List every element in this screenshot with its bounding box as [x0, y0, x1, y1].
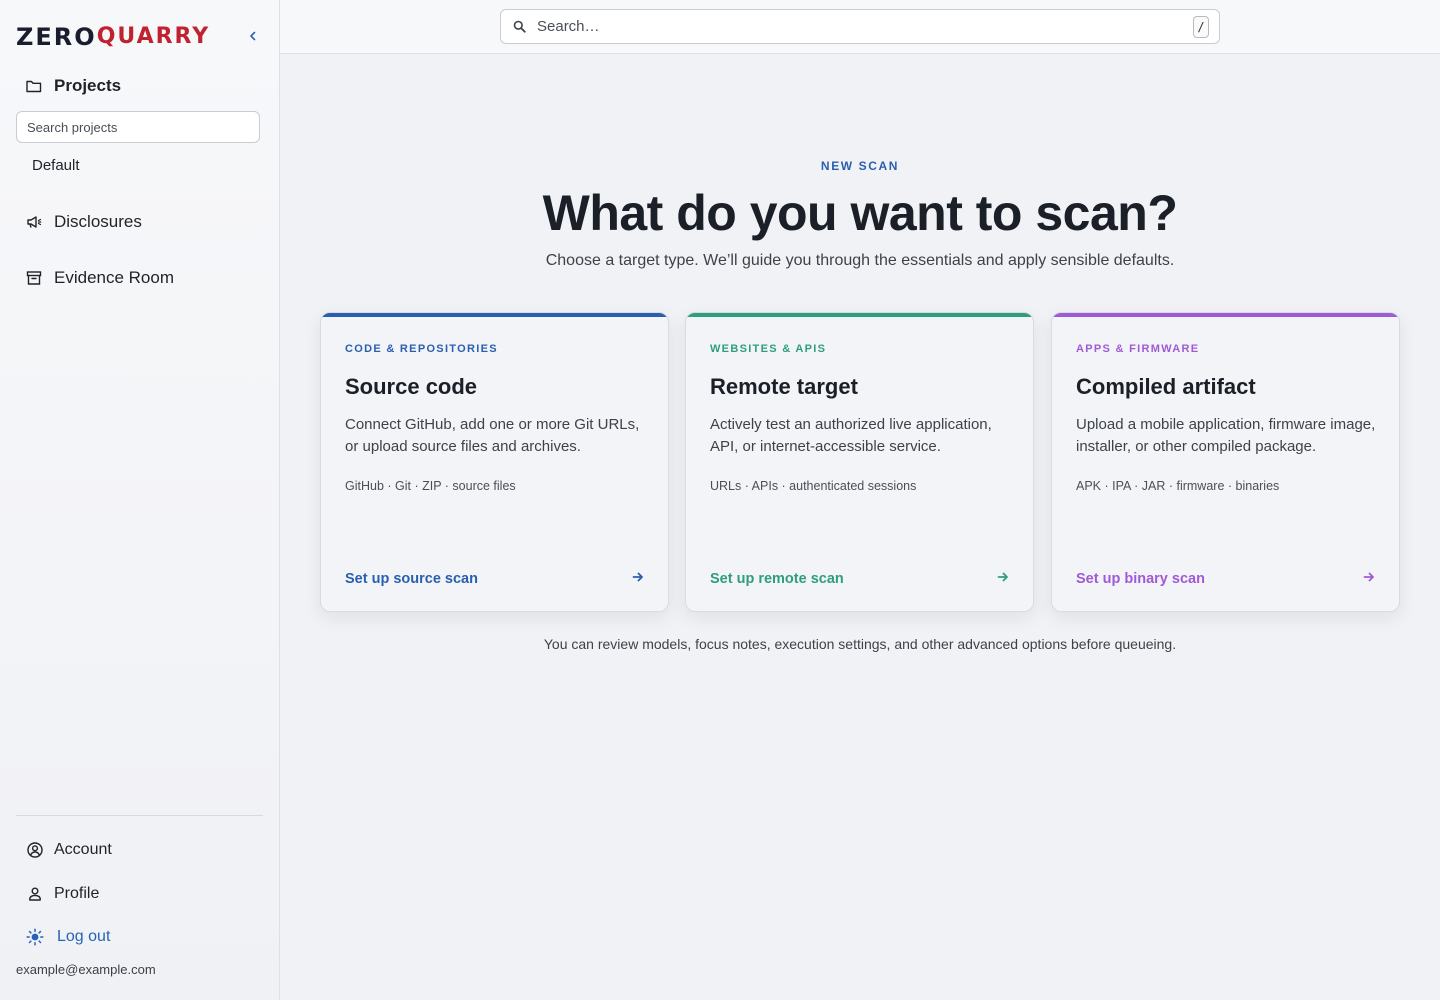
card-tags: GitHub · Git · ZIP · source files — [345, 479, 516, 493]
logout-label: Log out — [57, 928, 111, 945]
collapse-sidebar-button[interactable] — [242, 25, 264, 47]
sidebar-item-disclosures[interactable]: Disclosures — [24, 212, 142, 232]
page-subtitle: Choose a target type. We’ll guide you th… — [545, 252, 1175, 269]
card-title: Source code — [345, 374, 478, 399]
card-compiled-artifact[interactable]: APPS & FIRMWARE Compiled artifact Upload… — [1051, 312, 1400, 612]
logo-row: ZERO QUARRY — [16, 18, 264, 54]
sidebar-divider — [16, 815, 263, 816]
card-description: Connect GitHub, add one or more Git URLs… — [345, 416, 640, 455]
card-description: Upload a mobile application, firmware im… — [1076, 416, 1376, 455]
cta-label: Set up source scan — [345, 570, 478, 587]
card-title: Remote target — [710, 374, 858, 399]
card-source-code[interactable]: CODE & REPOSITORIES Source code Connect … — [320, 312, 669, 612]
logout-button[interactable]: Log out — [26, 928, 110, 946]
sidebar-item-label: Evidence Room — [54, 268, 175, 287]
global-search-input[interactable] — [537, 18, 1193, 35]
user-email: example@example.com — [16, 962, 156, 977]
sidebar-item-label: Profile — [54, 885, 100, 902]
card-accent-bar — [321, 313, 668, 317]
archive-icon — [24, 268, 44, 288]
sun-icon — [26, 928, 44, 946]
arrow-right-icon — [1363, 570, 1375, 587]
logo-text-zero: ZERO — [16, 23, 97, 51]
card-tags: URLs · APIs · authenticated sessions — [710, 479, 917, 493]
search-shortcut-hint: / — [1193, 15, 1209, 38]
cta-label: Set up binary scan — [1076, 570, 1205, 587]
card-accent-bar — [686, 313, 1033, 317]
sidebar-item-profile[interactable]: Profile — [26, 885, 99, 903]
project-item-default[interactable]: Default — [32, 157, 80, 174]
arrow-right-icon — [632, 570, 644, 587]
user-circle-icon — [26, 841, 44, 859]
card-kicker: CODE & REPOSITORIES — [345, 343, 498, 355]
card-accent-bar — [1052, 313, 1399, 317]
card-kicker: APPS & FIRMWARE — [1076, 343, 1200, 355]
card-remote-target[interactable]: WEBSITES & APIS Remote target Actively t… — [685, 312, 1034, 612]
cta-label: Set up remote scan — [710, 570, 844, 587]
global-search[interactable]: / — [500, 9, 1220, 44]
topbar: / — [280, 0, 1440, 54]
setup-remote-scan-link[interactable]: Set up remote scan — [710, 570, 1009, 587]
card-tags: APK · IPA · JAR · firmware · binaries — [1076, 479, 1280, 493]
setup-source-scan-link[interactable]: Set up source scan — [345, 570, 644, 587]
sidebar-item-label: Account — [54, 841, 112, 858]
page-footnote: You can review models, focus notes, exec… — [543, 636, 1177, 652]
card-description: Actively test an authorized live applica… — [710, 416, 992, 455]
card-kicker: WEBSITES & APIS — [710, 343, 827, 355]
megaphone-icon — [24, 212, 44, 232]
setup-binary-scan-link[interactable]: Set up binary scan — [1076, 570, 1375, 587]
page-title: What do you want to scan? — [542, 185, 1178, 241]
sidebar: ZEROQUARRY Projects Default Disclosures … — [0, 0, 280, 1000]
project-search-input[interactable] — [16, 111, 260, 143]
sidebar-item-label: Disclosures — [54, 212, 142, 231]
chevron-left-icon — [250, 31, 256, 41]
logo-text-quarry: QUARRY — [96, 24, 211, 49]
zeroquarry-logo[interactable]: ZERO QUARRY — [16, 20, 210, 52]
search-icon — [513, 20, 527, 34]
page-eyebrow: NEW SCAN — [820, 159, 900, 173]
sidebar-item-label: Projects — [54, 76, 122, 95]
user-icon — [26, 885, 44, 903]
sidebar-item-projects[interactable]: Projects — [24, 76, 121, 96]
card-title: Compiled artifact — [1076, 374, 1256, 399]
arrow-right-icon — [997, 570, 1009, 587]
sidebar-item-account[interactable]: Account — [26, 841, 112, 859]
sidebar-item-evidence-room[interactable]: Evidence Room — [24, 268, 174, 288]
folder-icon — [24, 76, 44, 96]
